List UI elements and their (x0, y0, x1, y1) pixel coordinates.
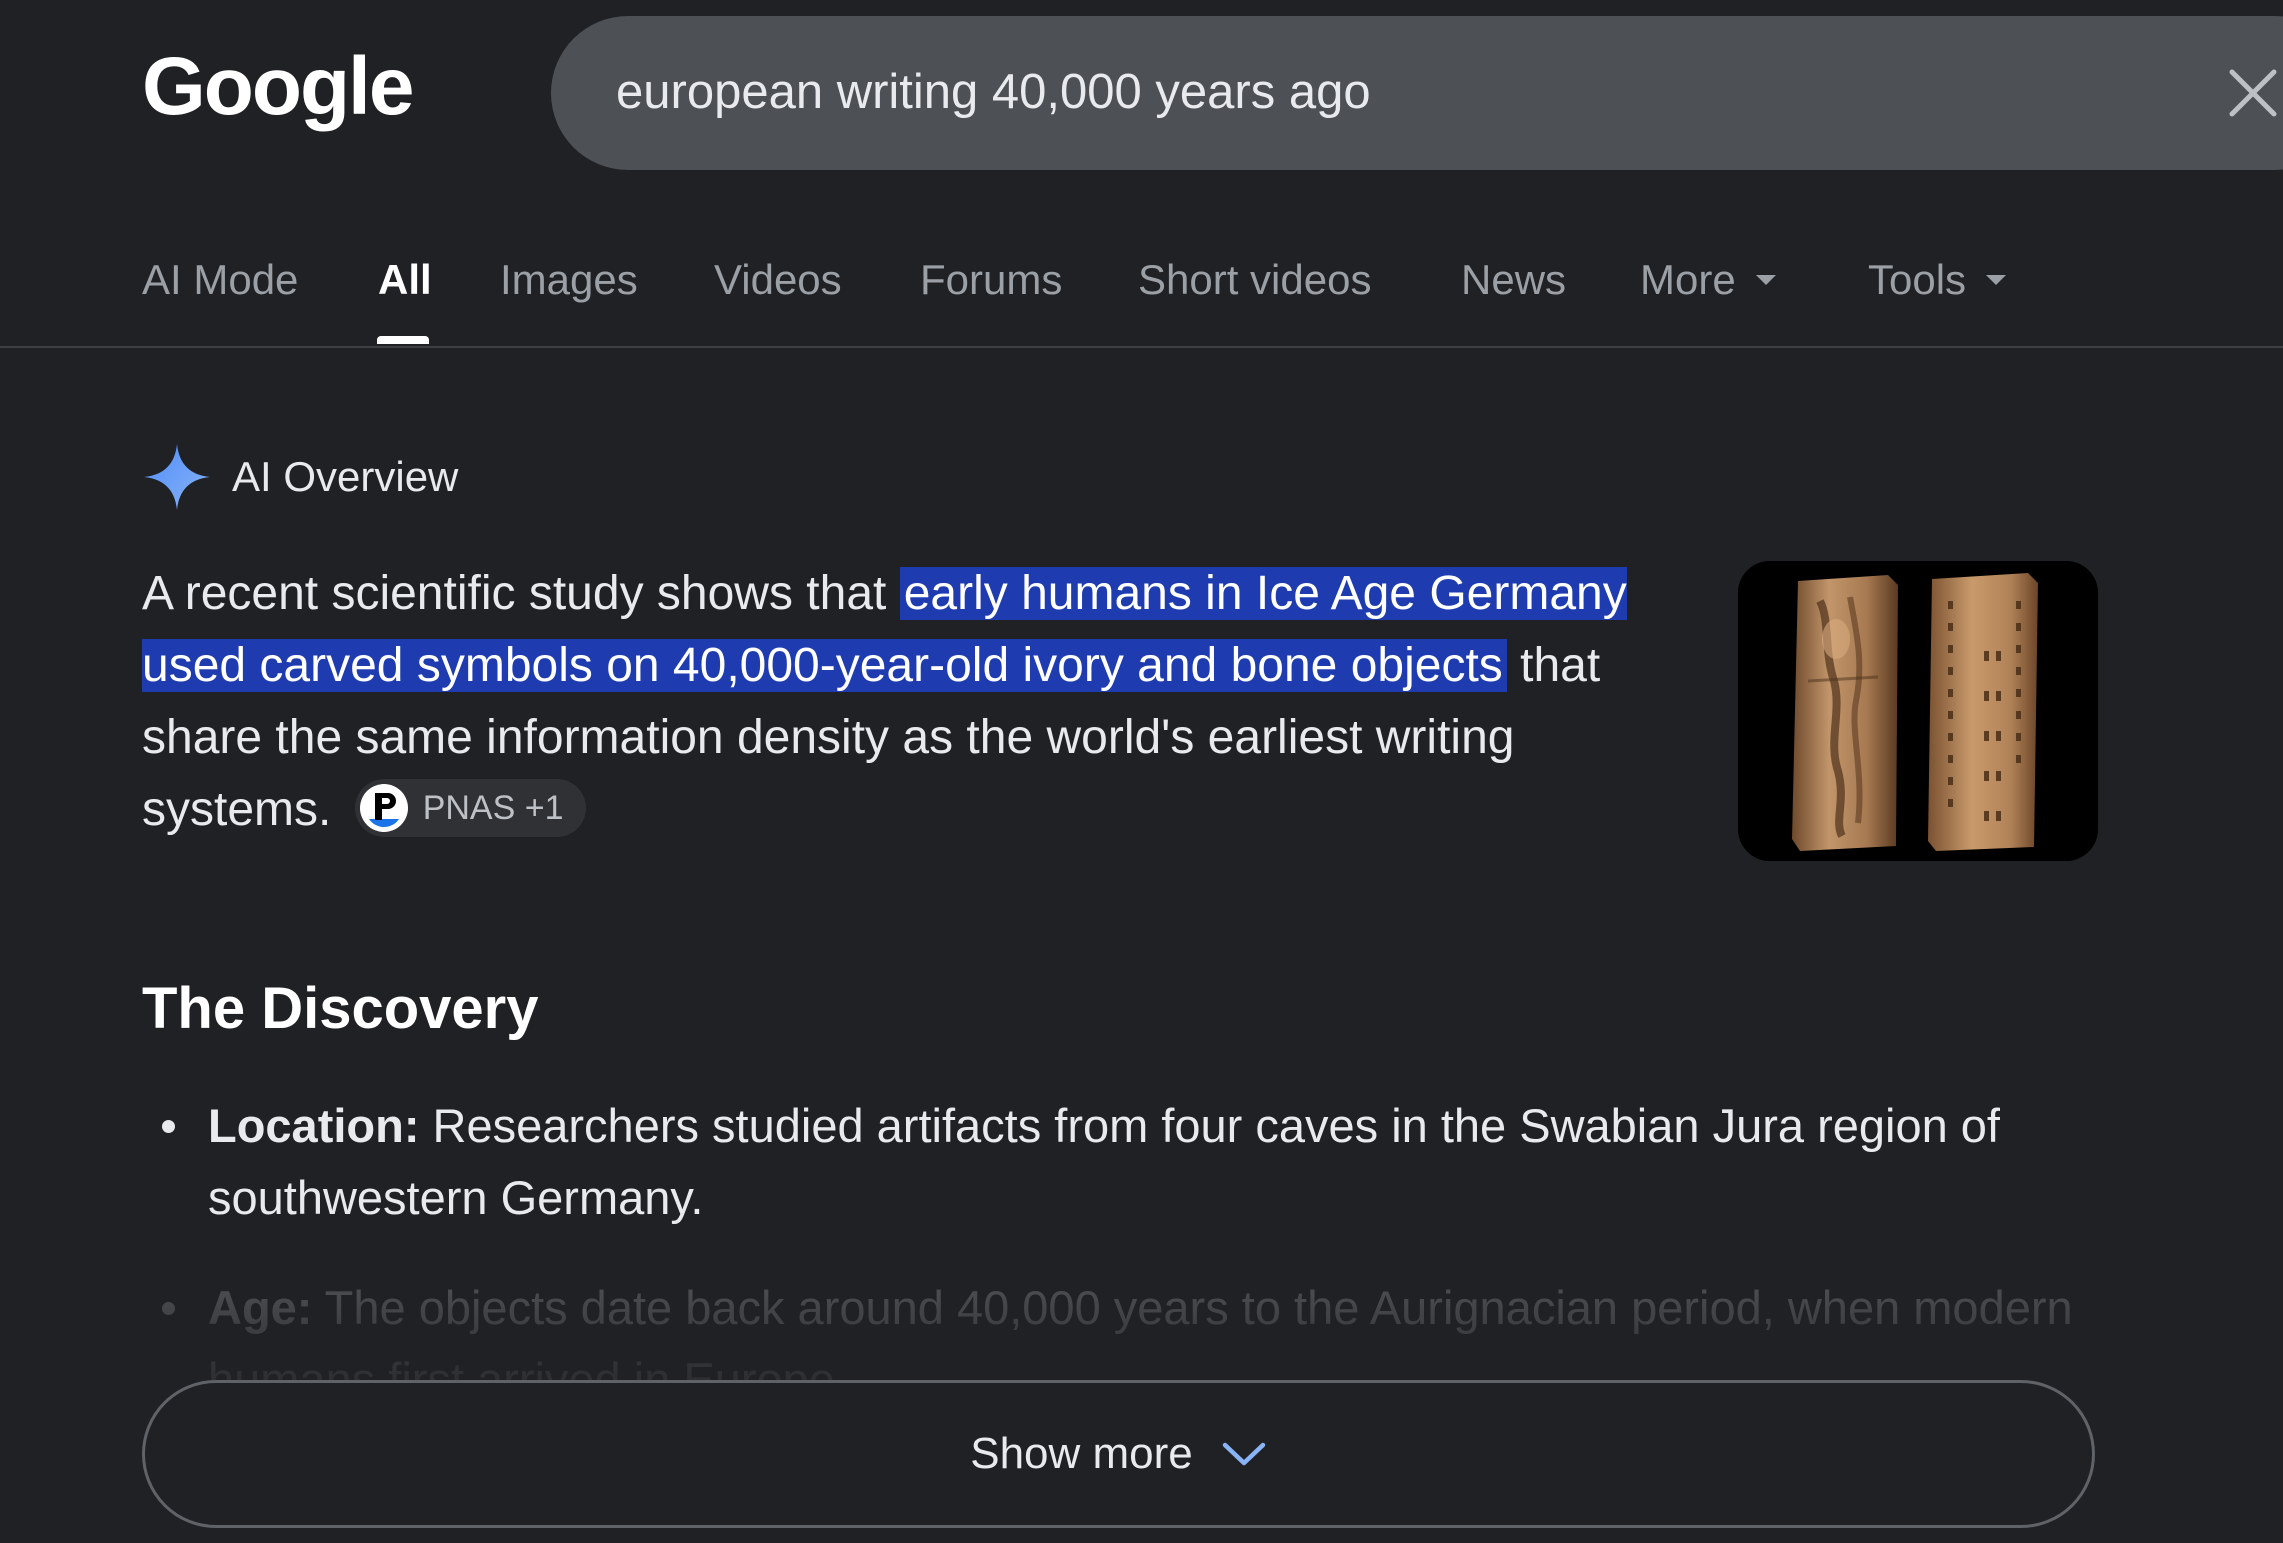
section-title-discovery: The Discovery (142, 976, 539, 1041)
chevron-down-icon (1222, 1442, 1266, 1466)
tab-more[interactable]: More (1640, 256, 1776, 304)
ai-overview-header: AI Overview (142, 442, 458, 512)
show-more-button[interactable]: Show more (142, 1380, 2095, 1528)
tab-forums[interactable]: Forums (920, 256, 1062, 304)
search-tabs: AI Mode All Images Videos Forums Short v… (0, 230, 2283, 348)
overview-text-before: A recent scientific study shows that (142, 567, 900, 620)
tab-news[interactable]: News (1461, 256, 1566, 304)
tab-short-videos[interactable]: Short videos (1138, 256, 1371, 304)
pnas-logo-icon (359, 784, 408, 833)
source-chip-label: PNAS +1 (422, 789, 564, 828)
bullet-text: Researchers studied artifacts from four … (208, 1099, 2000, 1224)
active-tab-indicator (377, 336, 429, 344)
tab-tools[interactable]: Tools (1868, 256, 2007, 304)
ai-overview-text: A recent scientific study shows that ear… (142, 558, 1682, 846)
search-input[interactable] (614, 56, 2018, 128)
bullet-label: Location: (208, 1099, 420, 1152)
carved-artifacts-image (1738, 561, 2098, 861)
list-item: Location: Researchers studied artifacts … (142, 1090, 2102, 1234)
tab-videos[interactable]: Videos (714, 256, 842, 304)
ai-overview-title: AI Overview (232, 453, 459, 500)
artifact-thumbnail[interactable] (1738, 561, 2098, 861)
google-logo[interactable]: Google (142, 40, 414, 134)
search-results-page: Google AI Mode All Images Videos Forums … (0, 0, 2283, 1543)
tab-ai-mode[interactable]: AI Mode (142, 256, 298, 304)
caret-down-icon (1755, 274, 1776, 285)
sparkle-icon (144, 444, 210, 510)
show-more-label: Show more (970, 1429, 1193, 1478)
tab-images[interactable]: Images (500, 256, 638, 304)
tab-all[interactable]: All (378, 256, 432, 304)
search-box[interactable] (551, 16, 2283, 170)
source-chip[interactable]: PNAS +1 (354, 779, 586, 838)
close-icon[interactable] (2226, 66, 2280, 120)
bullet-label: Age: (208, 1281, 313, 1334)
caret-down-icon (1986, 274, 2007, 285)
